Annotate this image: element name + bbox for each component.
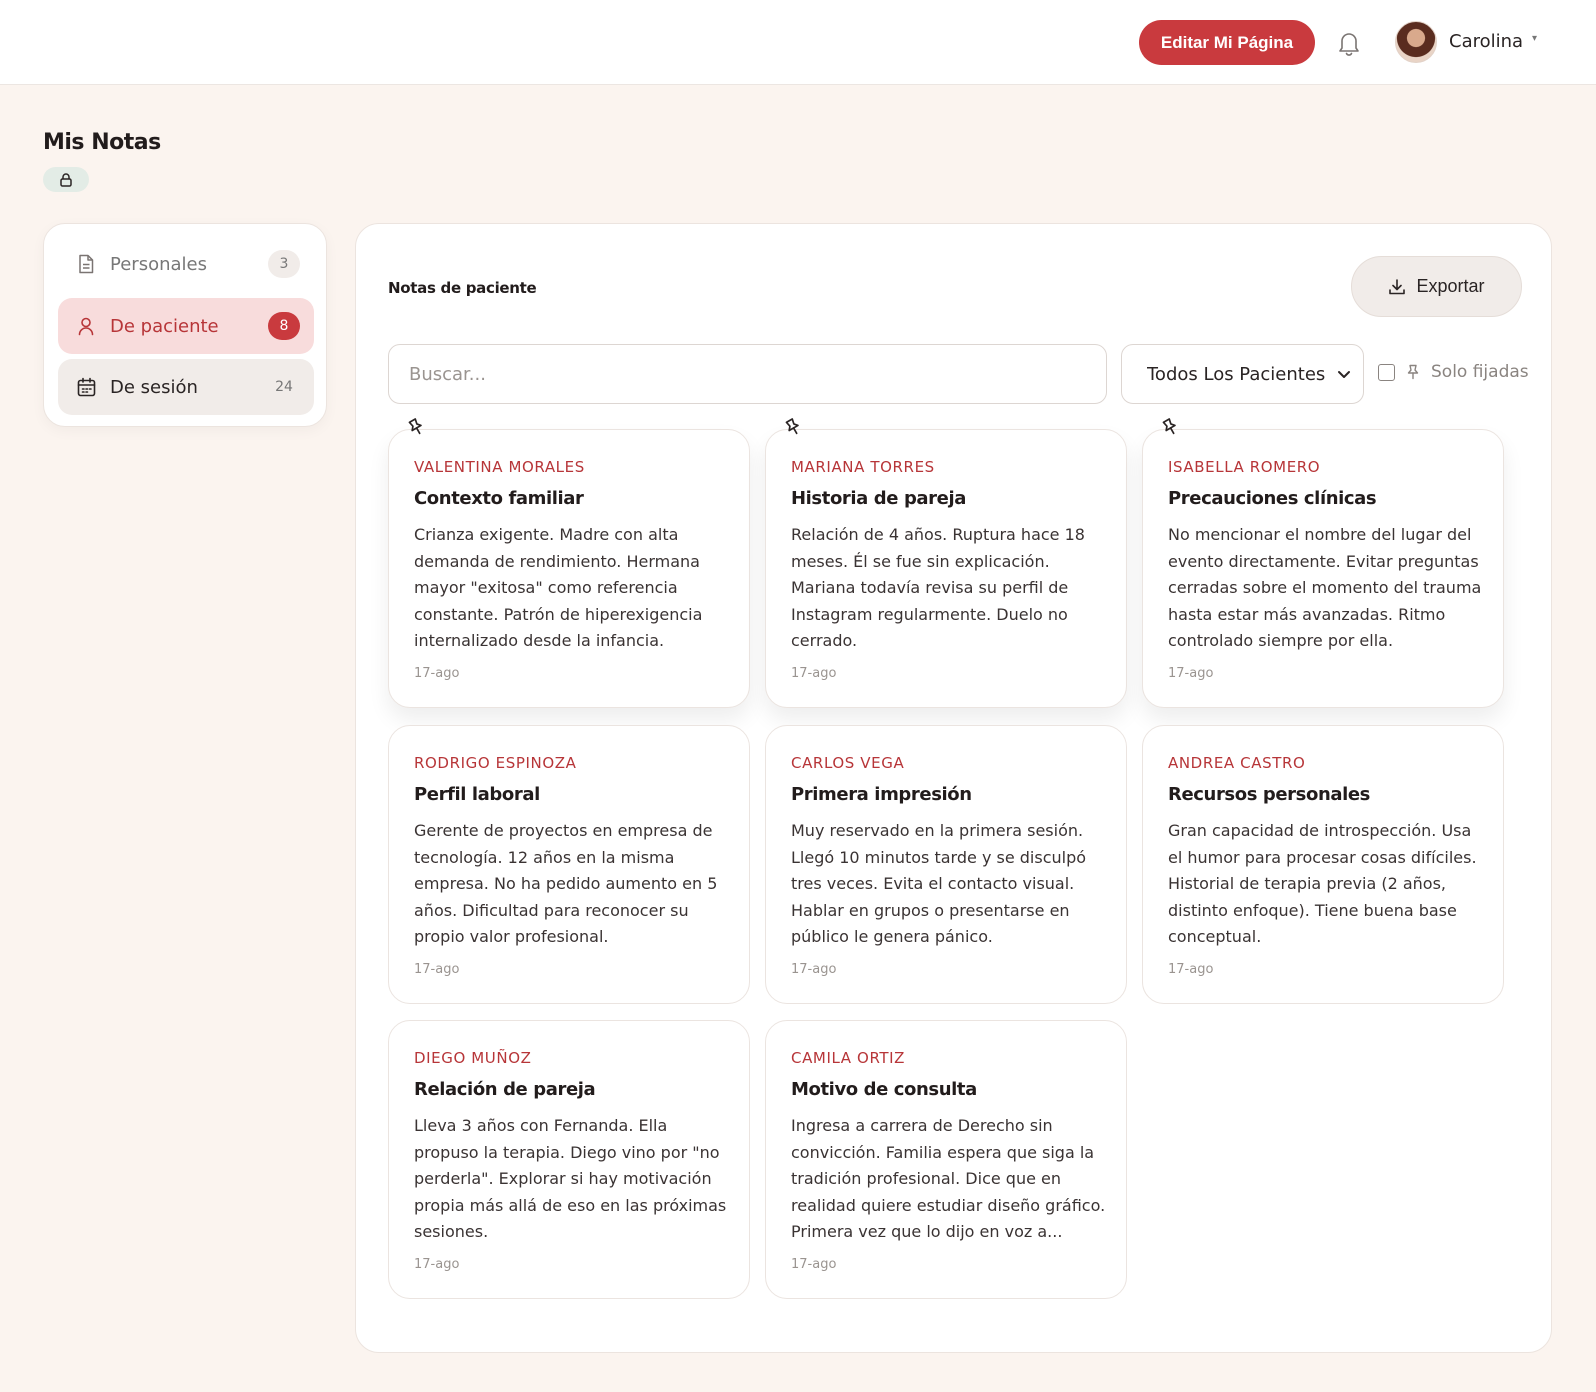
note-title: Perfil laboral: [414, 784, 540, 805]
sidebar-item-de-sesion[interactable]: De sesión 24: [58, 359, 314, 415]
note-card[interactable]: Isabella Romero Precauciones clínicas No m…: [1142, 429, 1504, 708]
note-date: 17-ago: [791, 1257, 837, 1272]
note-patient-name: Rodrigo Espinoza: [414, 754, 577, 772]
note-card[interactable]: Andrea Castro Recursos personales Gran cap…: [1142, 725, 1504, 1004]
chevron-down-icon: [1338, 371, 1350, 378]
note-title: Motivo de consulta: [791, 1079, 977, 1100]
note-body: Muy reservado en la primera sesión. Lleg…: [791, 821, 1087, 946]
note-patient-name: Andrea Castro: [1168, 754, 1306, 772]
export-label: Exportar: [1416, 276, 1485, 296]
note-date: 17-ago: [791, 666, 837, 681]
note-body: Gran capacidad de introspección. Usa el …: [1168, 821, 1477, 946]
pin-icon[interactable]: [785, 418, 803, 436]
chevron-down-icon[interactable]: ▾: [1532, 33, 1537, 44]
document-icon: [76, 254, 96, 274]
export-button[interactable]: Exportar: [1351, 256, 1522, 317]
page-title: Mis Notas: [43, 130, 161, 155]
sidebar-item-label: Personales: [110, 253, 207, 275]
count-badge: 8: [268, 312, 300, 340]
bell-icon[interactable]: [1337, 29, 1363, 57]
note-patient-name: Camila Ortiz: [791, 1049, 906, 1067]
note-date: 17-ago: [414, 666, 460, 681]
note-title: Historia de pareja: [791, 488, 966, 509]
username[interactable]: Carolina: [1449, 31, 1523, 52]
pinned-only-checkbox[interactable]: [1378, 363, 1395, 381]
user-icon: [76, 316, 96, 336]
note-patient-name: Diego Muñoz: [414, 1049, 532, 1067]
notes-panel: Notas de paciente Exportar Todos Los Pac…: [355, 223, 1552, 1353]
note-card[interactable]: Carlos Vega Primera impresión Muy reservad…: [765, 725, 1127, 1004]
lock-icon: [58, 172, 74, 188]
note-patient-name: Carlos Vega: [791, 754, 905, 772]
count-badge: 24: [275, 379, 293, 395]
note-title: Recursos personales: [1168, 784, 1370, 805]
note-patient-name: Mariana Torres: [791, 458, 935, 476]
note-patient-name: Valentina Morales: [414, 458, 585, 476]
sidebar-item-de-paciente[interactable]: De paciente 8: [58, 298, 314, 354]
edit-page-button[interactable]: Editar Mi Página: [1139, 20, 1315, 65]
sidebar-item-personales[interactable]: Personales 3: [58, 236, 314, 292]
note-title: Primera impresión: [791, 784, 972, 805]
note-title: Contexto familiar: [414, 488, 584, 509]
section-title: Notas de paciente: [388, 279, 537, 297]
calendar-icon: [76, 377, 96, 397]
patient-filter-select[interactable]: Todos Los Pacientes: [1121, 344, 1364, 404]
note-date: 17-ago: [1168, 962, 1214, 977]
note-date: 17-ago: [791, 962, 837, 977]
patient-filter-value: Todos Los Pacientes: [1147, 363, 1326, 385]
note-body: Ingresa a carrera de Derecho sin convicc…: [791, 1116, 1106, 1241]
pin-icon: [1406, 364, 1420, 380]
note-date: 17-ago: [414, 1257, 460, 1272]
note-card[interactable]: Rodrigo Espinoza Perfil laboral Gerente de…: [388, 725, 750, 1004]
search-input[interactable]: [388, 344, 1107, 404]
note-card[interactable]: Camila Ortiz Motivo de consulta Ingresa a …: [765, 1020, 1127, 1299]
private-badge: [43, 167, 89, 192]
sidebar-item-label: De paciente: [110, 315, 219, 337]
note-body: No mencionar el nombre del lugar del eve…: [1168, 525, 1482, 650]
top-bar: Editar Mi Página Carolina ▾: [0, 0, 1596, 85]
note-title: Precauciones clínicas: [1168, 488, 1377, 509]
note-body: Lleva 3 años con Fernanda. Ella propuso …: [414, 1116, 727, 1241]
count-badge: 3: [268, 250, 300, 278]
pin-icon[interactable]: [408, 418, 426, 436]
note-card[interactable]: Mariana Torres Historia de pareja Relación…: [765, 429, 1127, 708]
note-body: Gerente de proyectos en empresa de tecno…: [414, 821, 718, 946]
download-icon: [1389, 278, 1406, 294]
note-date: 17-ago: [1168, 666, 1214, 681]
notes-category-sidebar: Personales 3 De paciente 8 De sesión 24: [43, 223, 327, 427]
note-body: Relación de 4 años. Ruptura hace 18 mese…: [791, 525, 1085, 650]
note-title: Relación de pareja: [414, 1079, 596, 1100]
avatar[interactable]: [1395, 21, 1437, 63]
note-card[interactable]: Valentina Morales Contexto familiar Crianz…: [388, 429, 750, 708]
note-date: 17-ago: [414, 962, 460, 977]
note-card[interactable]: Diego Muñoz Relación de pareja Lleva 3 año…: [388, 1020, 750, 1299]
note-patient-name: Isabella Romero: [1168, 458, 1321, 476]
note-body: Crianza exigente. Madre con alta demanda…: [414, 525, 703, 650]
pinned-only-filter[interactable]: Solo fijadas: [1378, 362, 1529, 382]
pinned-only-label: Solo fijadas: [1431, 362, 1529, 382]
pin-icon[interactable]: [1162, 418, 1180, 436]
sidebar-item-label: De sesión: [110, 376, 198, 398]
